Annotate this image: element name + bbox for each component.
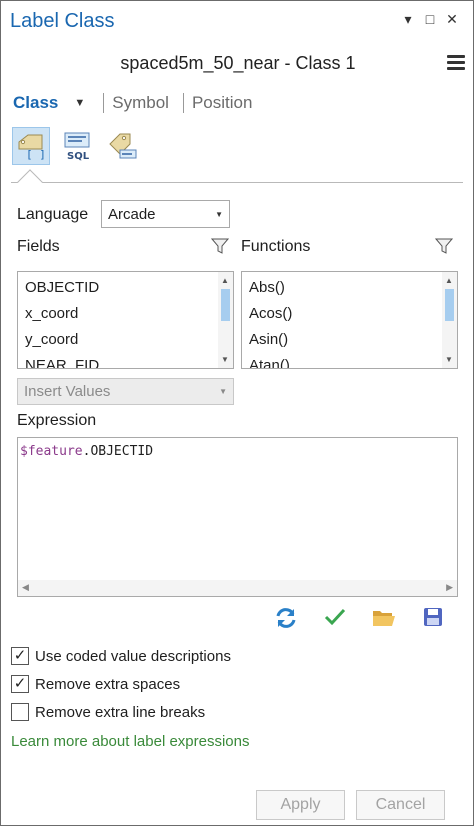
- chevron-down-icon[interactable]: ▼: [74, 97, 85, 109]
- insert-values-select: Insert Values ▼: [17, 378, 234, 405]
- remove-extra-spaces-checkbox[interactable]: ✓: [11, 675, 29, 693]
- functions-list[interactable]: Abs() Acos() Asin() Atan() ▲ ▼: [241, 271, 458, 369]
- refresh-icon[interactable]: [274, 607, 298, 634]
- remove-line-breaks-label[interactable]: Remove extra line breaks: [35, 704, 205, 721]
- scroll-up-icon[interactable]: ▲: [221, 276, 229, 285]
- list-item[interactable]: y_coord: [18, 327, 233, 353]
- use-coded-values-checkbox[interactable]: ✓: [11, 647, 29, 665]
- close-icon[interactable]: ✕: [445, 11, 459, 27]
- menu-icon[interactable]: [447, 55, 465, 73]
- dropdown-arrow-icon: ▼: [215, 209, 223, 219]
- scroll-down-icon[interactable]: ▼: [221, 355, 229, 364]
- expression-label: Expression: [17, 412, 97, 429]
- label-class-pane: Label Class ▾ □ ✕ spaced5m_50_near - Cla…: [0, 0, 474, 826]
- tab-bar: Class ▼ Symbol Position: [13, 93, 252, 113]
- insert-values-placeholder: Insert Values: [24, 383, 111, 400]
- fields-label: Fields: [17, 238, 60, 255]
- language-value: Arcade: [108, 205, 156, 223]
- list-item[interactable]: Acos(): [242, 301, 457, 327]
- pin-menu-icon[interactable]: ▾: [401, 11, 415, 27]
- tab-divider: [103, 93, 105, 113]
- pane-title: Label Class: [10, 10, 115, 32]
- functions-filter-icon[interactable]: [434, 237, 454, 260]
- apply-button[interactable]: Apply: [256, 790, 345, 820]
- svg-text:[ ]: [ ]: [26, 148, 46, 160]
- fields-filter-icon[interactable]: [210, 237, 230, 260]
- list-item[interactable]: Atan(): [242, 353, 457, 368]
- list-item[interactable]: OBJECTID: [18, 275, 233, 301]
- dropdown-arrow-icon: ▼: [219, 387, 227, 396]
- list-item[interactable]: Abs(): [242, 275, 457, 301]
- sql-query-icon[interactable]: SQL: [58, 127, 96, 165]
- fields-list[interactable]: OBJECTID x_coord y_coord NEAR_FID ▲ ▼: [17, 271, 234, 369]
- folder-open-icon[interactable]: [372, 608, 396, 633]
- use-coded-values-row[interactable]: ✓ Use coded value descriptions: [11, 647, 231, 665]
- verify-check-icon[interactable]: [324, 607, 346, 632]
- functions-scrollbar[interactable]: ▲ ▼: [442, 272, 457, 368]
- tab-position[interactable]: Position: [192, 93, 252, 113]
- list-item[interactable]: NEAR_FID: [18, 353, 233, 368]
- use-coded-values-label[interactable]: Use coded value descriptions: [35, 648, 231, 665]
- layer-class-name: spaced5m_50_near - Class 1: [120, 53, 356, 73]
- scroll-thumb[interactable]: [221, 289, 230, 321]
- save-icon[interactable]: [423, 607, 443, 632]
- list-item[interactable]: x_coord: [18, 301, 233, 327]
- window-controls: ▾ □ ✕: [401, 11, 459, 27]
- remove-extra-spaces-row[interactable]: ✓ Remove extra spaces: [11, 675, 180, 693]
- expression-icon[interactable]: [ ]: [12, 127, 50, 165]
- svg-text:SQL: SQL: [67, 151, 90, 162]
- expression-property: .OBJECTID: [82, 444, 154, 459]
- label-placement-icon[interactable]: [104, 127, 142, 165]
- functions-label: Functions: [241, 238, 311, 255]
- remove-line-breaks-checkbox[interactable]: [11, 703, 29, 721]
- restore-icon[interactable]: □: [423, 11, 437, 27]
- remove-line-breaks-row[interactable]: Remove extra line breaks: [11, 703, 205, 721]
- tab-class[interactable]: Class: [13, 93, 58, 113]
- language-select[interactable]: Arcade ▼: [101, 200, 230, 228]
- tab-divider: [182, 93, 184, 113]
- expression-hscrollbar[interactable]: ◀ ▶: [18, 580, 457, 596]
- scroll-right-icon[interactable]: ▶: [446, 582, 453, 593]
- fields-scrollbar[interactable]: ▲ ▼: [218, 272, 233, 368]
- toolbar-divider: [11, 182, 463, 183]
- tab-symbol[interactable]: Symbol: [112, 93, 169, 113]
- language-label: Language: [17, 206, 89, 223]
- expression-keyword: $feature: [20, 444, 83, 459]
- scroll-up-icon[interactable]: ▲: [445, 276, 453, 285]
- expression-text[interactable]: $feature.OBJECTID: [20, 444, 153, 459]
- expression-editor[interactable]: $feature.OBJECTID ◀ ▶: [17, 437, 458, 597]
- scroll-down-icon[interactable]: ▼: [445, 355, 453, 364]
- selection-pointer: [17, 169, 43, 195]
- cancel-button[interactable]: Cancel: [356, 790, 445, 820]
- scroll-left-icon[interactable]: ◀: [22, 582, 29, 593]
- learn-more-link[interactable]: Learn more about label expressions: [11, 733, 249, 750]
- scroll-thumb[interactable]: [445, 289, 454, 321]
- list-item[interactable]: Asin(): [242, 327, 457, 353]
- remove-extra-spaces-label[interactable]: Remove extra spaces: [35, 676, 180, 693]
